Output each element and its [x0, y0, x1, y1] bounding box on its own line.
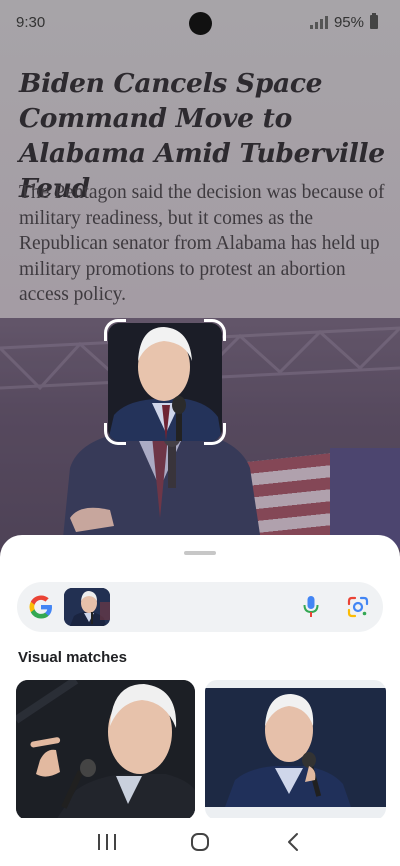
visual-match-card[interactable]	[205, 680, 386, 820]
visual-matches-heading: Visual matches	[18, 649, 127, 666]
selection-corner-top-left[interactable]	[104, 319, 126, 341]
battery-icon	[370, 13, 378, 29]
lens-results-sheet: Visual matches	[0, 535, 400, 866]
recents-button[interactable]	[87, 822, 127, 862]
query-image-thumbnail[interactable]	[64, 588, 110, 626]
recents-icon	[97, 834, 116, 850]
battery-percent: 95%	[333, 13, 364, 31]
google-lens-icon[interactable]	[347, 596, 369, 618]
back-button[interactable]	[273, 822, 313, 862]
microphone-icon[interactable]	[303, 596, 319, 618]
home-icon	[190, 833, 209, 851]
signal-icon	[309, 15, 328, 29]
google-g-icon[interactable]	[29, 595, 53, 619]
lens-search-bar[interactable]	[17, 582, 383, 632]
back-icon	[288, 833, 299, 851]
status-icons: 95%	[309, 13, 378, 31]
status-bar: 9:30 95%	[0, 0, 400, 44]
home-button[interactable]	[180, 822, 220, 862]
article-summary[interactable]: The Pentagon said the decision was becau…	[19, 180, 389, 308]
sheet-drag-handle[interactable]	[184, 551, 216, 555]
visual-match-card[interactable]	[16, 680, 195, 820]
visual-match-image	[205, 688, 386, 807]
screen: 9:30 95% Biden Cancels Space Command Mov…	[0, 0, 400, 866]
system-nav-bar	[0, 818, 400, 866]
status-time: 9:30	[16, 13, 46, 31]
visual-match-image	[16, 680, 195, 820]
